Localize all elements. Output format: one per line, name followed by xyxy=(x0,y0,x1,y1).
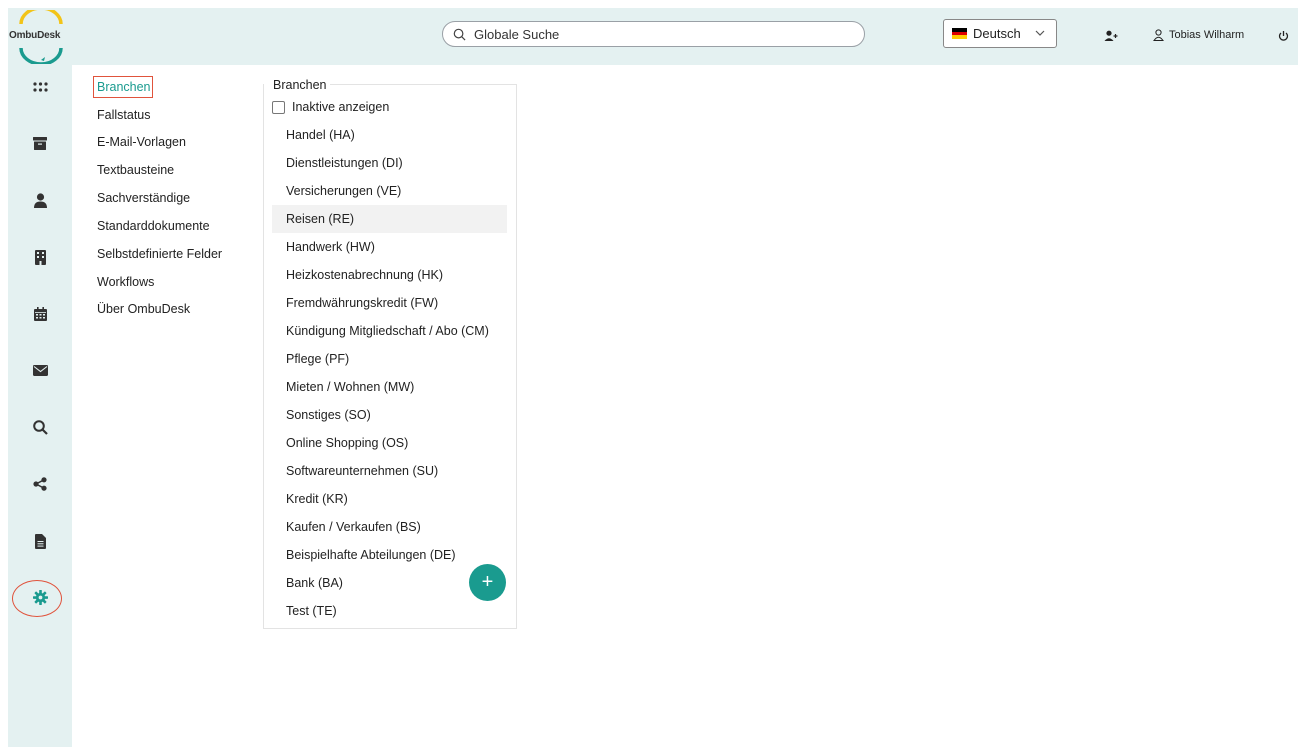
branch-item[interactable]: Online Shopping (OS) xyxy=(272,429,507,457)
add-user-icon xyxy=(1104,30,1118,41)
branch-item[interactable]: Pflege (PF) xyxy=(272,345,507,373)
branch-item[interactable]: Versicherungen (VE) xyxy=(272,177,507,205)
rail-item-share[interactable] xyxy=(8,470,72,498)
plus-icon: + xyxy=(481,571,494,593)
rail-item-contacts[interactable] xyxy=(8,186,72,214)
building-icon xyxy=(34,249,46,265)
settings-highlight-circle xyxy=(12,580,62,617)
search-input[interactable] xyxy=(472,25,856,43)
language-label: Deutsch xyxy=(973,26,1021,41)
rail-item-archive[interactable] xyxy=(8,129,72,157)
branch-item-selected[interactable]: Reisen (RE) xyxy=(272,205,507,233)
rail-item-calendar[interactable] xyxy=(8,300,72,328)
rail-item-search[interactable] xyxy=(8,413,72,441)
submenu-item-workflows[interactable]: Workflows xyxy=(97,275,154,289)
branch-item[interactable]: Sonstiges (SO) xyxy=(272,401,507,429)
top-bar: OmbuDesk Deutsch Tobias Wilharm xyxy=(8,6,1298,66)
search-icon xyxy=(32,419,48,435)
submenu-item-sachverstaendige[interactable]: Sachverständige xyxy=(97,191,190,205)
branch-item[interactable]: Beispielhafte Abteilungen (DE) xyxy=(272,541,507,569)
branch-item[interactable]: Handel (HA) xyxy=(272,121,507,149)
show-inactive-checkbox[interactable] xyxy=(272,100,285,114)
left-nav-rail xyxy=(8,65,72,747)
branch-item[interactable]: Test (TE) xyxy=(272,597,507,625)
branch-item[interactable]: Softwareunternehmen (SU) xyxy=(272,457,507,485)
branch-item[interactable]: Kaufen / Verkaufen (BS) xyxy=(272,513,507,541)
user-name: Tobias Wilharm xyxy=(1169,29,1245,41)
panel-title-divider xyxy=(315,84,517,85)
ombudesk-logo[interactable]: OmbuDesk xyxy=(8,6,74,66)
branches-panel-title: Branchen xyxy=(272,78,330,92)
logout-button[interactable] xyxy=(1278,29,1289,47)
submenu-item-branchen[interactable]: Branchen xyxy=(97,80,151,94)
apps-icon xyxy=(32,82,48,92)
global-search[interactable] xyxy=(442,21,865,47)
branch-item[interactable]: Kündigung Mitgliedschaft / Abo (CM) xyxy=(272,317,507,345)
add-branch-button[interactable]: + xyxy=(469,564,506,601)
rail-item-apps[interactable] xyxy=(8,73,72,101)
add-user-button[interactable] xyxy=(1104,29,1118,47)
calendar-icon xyxy=(33,307,47,321)
user-menu[interactable]: Tobias Wilharm xyxy=(1153,29,1244,41)
mail-icon xyxy=(32,364,48,376)
submenu-item-textbausteine[interactable]: Textbausteine xyxy=(97,163,174,177)
archive-icon xyxy=(33,136,47,150)
submenu-item-ueber-ombudesk[interactable]: Über OmbuDesk xyxy=(97,302,190,316)
branch-item[interactable]: Mieten / Wohnen (MW) xyxy=(272,373,507,401)
branch-item[interactable]: Heizkostenabrechnung (HK) xyxy=(272,261,507,289)
chevron-down-icon xyxy=(1035,30,1045,36)
submenu-item-email-vorlagen[interactable]: E-Mail-Vorlagen xyxy=(97,135,186,149)
share-icon xyxy=(33,477,47,491)
user-icon xyxy=(1153,29,1164,41)
submenu-item-selbstdefinierte-felder[interactable]: Selbstdefinierte Felder xyxy=(97,247,222,261)
branch-item[interactable]: Dienstleistungen (DI) xyxy=(272,149,507,177)
submenu-item-fallstatus[interactable]: Fallstatus xyxy=(97,108,151,122)
person-icon xyxy=(33,192,47,208)
submenu-item-standarddokumente[interactable]: Standarddokumente xyxy=(97,219,210,233)
language-select[interactable]: Deutsch xyxy=(943,19,1057,48)
show-inactive-toggle[interactable]: Inaktive anzeigen xyxy=(272,100,389,114)
show-inactive-label: Inaktive anzeigen xyxy=(292,100,390,114)
power-icon xyxy=(1278,31,1289,41)
branch-item[interactable]: Kredit (KR) xyxy=(272,485,507,513)
search-icon xyxy=(453,28,466,40)
rail-item-organizations[interactable] xyxy=(8,243,72,271)
logo-text: OmbuDesk xyxy=(9,30,61,41)
rail-item-mail[interactable] xyxy=(8,356,72,384)
document-icon xyxy=(34,533,46,549)
branch-list: Handel (HA) Dienstleistungen (DI) Versic… xyxy=(272,121,507,625)
branch-item[interactable]: Fremdwährungskredit (FW) xyxy=(272,289,507,317)
rail-item-documents[interactable] xyxy=(8,527,72,555)
branch-item[interactable]: Handwerk (HW) xyxy=(272,233,507,261)
german-flag-icon xyxy=(952,28,967,40)
